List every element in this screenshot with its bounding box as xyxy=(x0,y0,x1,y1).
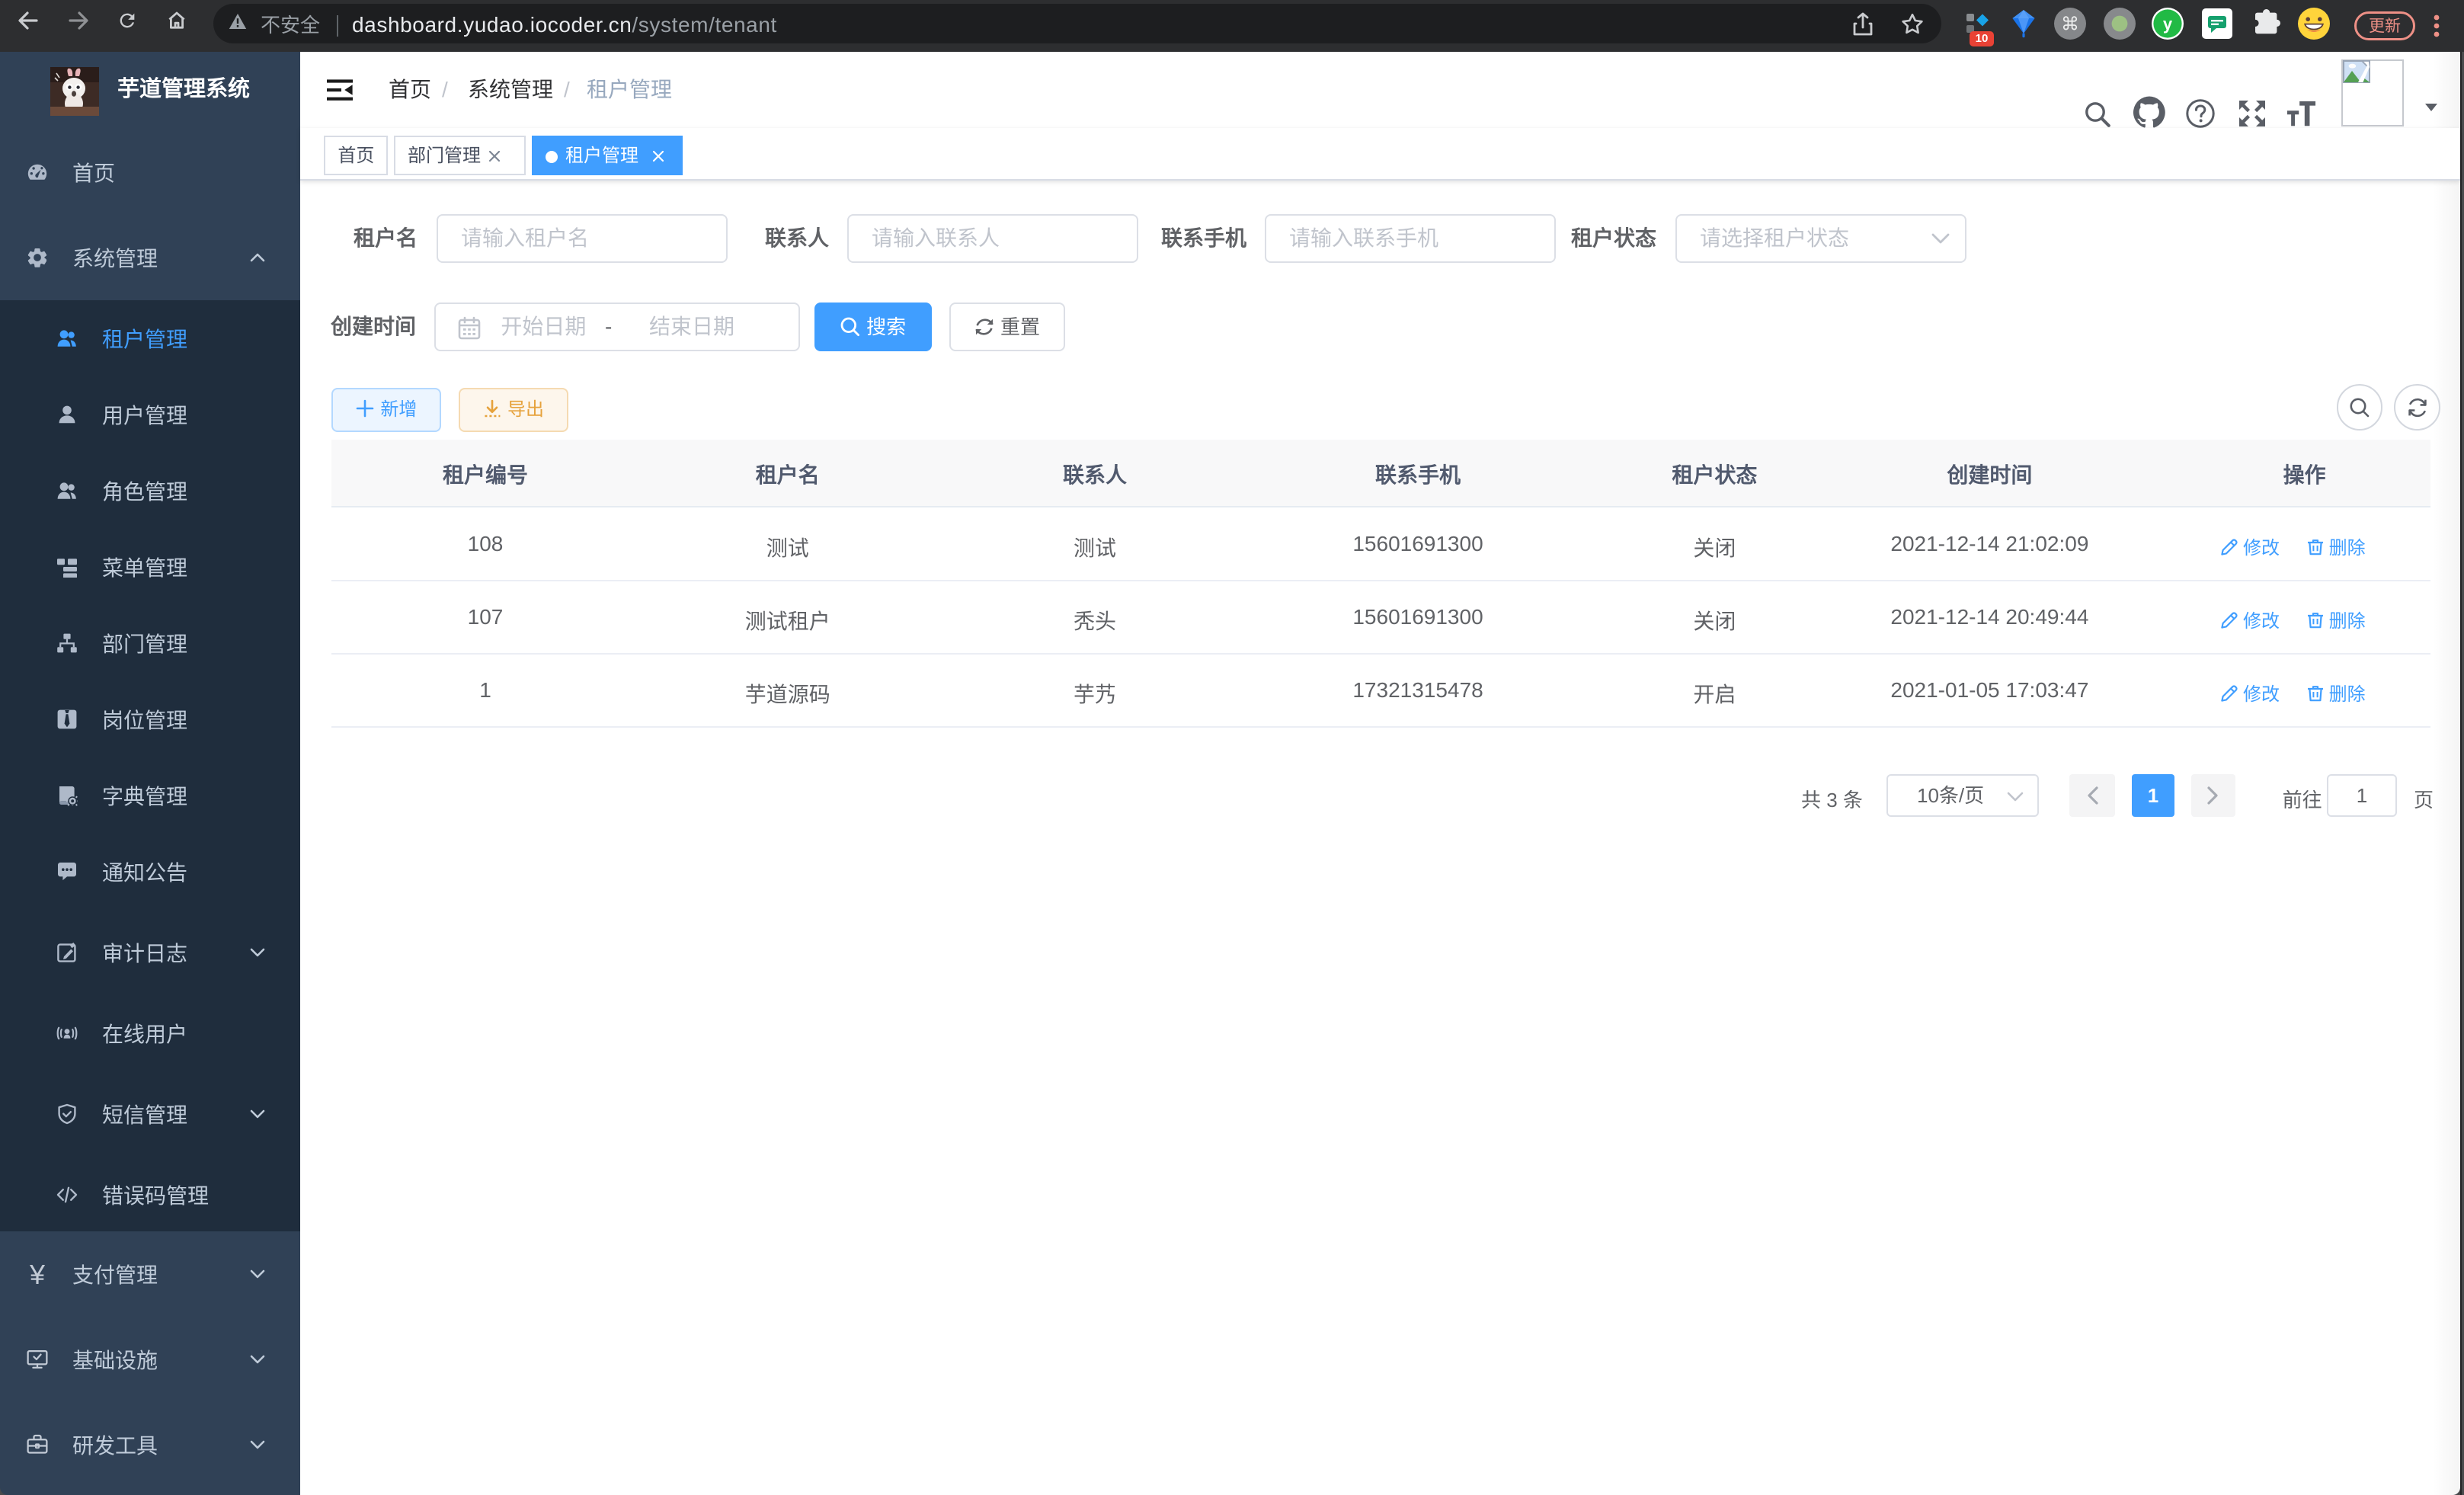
svg-text:y: y xyxy=(2163,14,2173,34)
svg-text:⌘: ⌘ xyxy=(2061,14,2079,35)
